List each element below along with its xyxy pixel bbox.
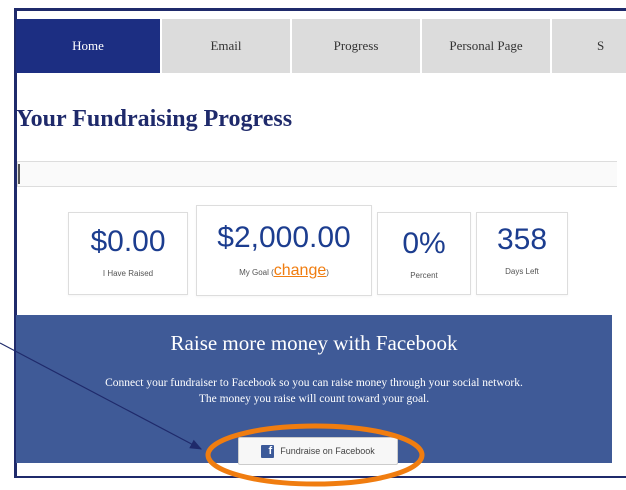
days-left-value: 358 [496, 223, 548, 256]
nav-tabs: Home Email Progress Personal Page S [16, 19, 626, 73]
percent-label: Percent [410, 271, 438, 280]
tab-progress[interactable]: Progress [292, 19, 422, 73]
tab-home[interactable]: Home [16, 19, 162, 73]
goal-label-suffix: ) [326, 268, 329, 277]
change-goal-link[interactable]: change [274, 262, 327, 279]
facebook-promo-heading: Raise more money with Facebook [170, 331, 458, 355]
facebook-icon: f [261, 444, 275, 458]
tab-truncated[interactable]: S [552, 19, 626, 73]
days-left-label: Days Left [505, 267, 539, 276]
facebook-promo-panel: Raise more money with Facebook Connect y… [16, 315, 612, 465]
facebook-promo-description-line2: The money you raise will count toward yo… [198, 393, 430, 405]
stat-goal: $2,000.00 My Goal (change) [196, 205, 372, 296]
stat-percent: 0% Percent [377, 212, 471, 295]
facebook-promo-description: Connect your fundraiser to Facebook so y… [26, 375, 602, 407]
fundraise-on-facebook-label: Fundraise on Facebook [280, 446, 375, 456]
fundraising-progress-bar [17, 161, 617, 187]
percent-value: 0% [402, 227, 446, 260]
stat-amount-raised: $0.00 I Have Raised [68, 212, 188, 295]
page-title: Your Fundraising Progress [16, 106, 293, 132]
stat-days-left: 358 Days Left [476, 212, 568, 295]
tab-email[interactable]: Email [162, 19, 292, 73]
amount-raised-value: $0.00 [90, 225, 166, 258]
goal-label-prefix: My Goal ( [239, 268, 274, 277]
amount-raised-label: I Have Raised [102, 269, 154, 278]
facebook-promo-description-line1: Connect your fundraiser to Facebook so y… [105, 377, 523, 389]
progress-bar-fill [18, 164, 20, 184]
goal-value: $2,000.00 [217, 221, 351, 254]
tab-personal-page[interactable]: Personal Page [422, 19, 552, 73]
fundraise-on-facebook-button[interactable]: f Fundraise on Facebook [238, 437, 398, 465]
goal-label: My Goal (change) [239, 262, 329, 280]
